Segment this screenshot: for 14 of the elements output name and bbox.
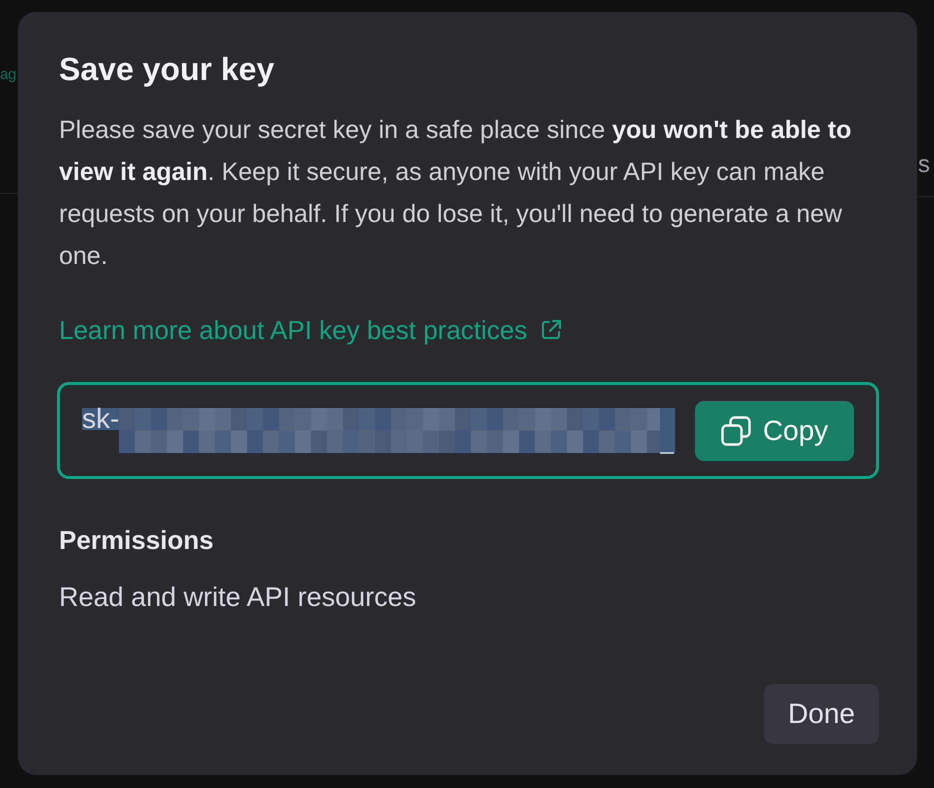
- api-key-field[interactable]: sk- _ Copy: [57, 382, 879, 479]
- dialog-message: Please save your secret key in a safe place since you won't be able to view it again. Keep it secure, as anyone with your API key can make requests on your behalf. If you do lose it, you'll need to generate a new one.: [59, 115, 852, 272]
- copy-icon: [720, 416, 751, 446]
- api-key-end-text: _: [660, 408, 676, 453]
- copy-button[interactable]: Copy: [695, 400, 854, 460]
- external-link-icon: [541, 320, 562, 340]
- dialog-title: Save your key: [59, 50, 274, 88]
- api-key-text: sk-: [82, 408, 120, 430]
- permissions-label: Permissions: [59, 524, 214, 556]
- background-link-text: ag: [0, 65, 16, 85]
- permissions-value: Read and write API resources: [59, 581, 416, 613]
- background-text: s: [918, 152, 930, 178]
- best-practices-link[interactable]: Learn more about API key best practices: [59, 309, 562, 351]
- done-button[interactable]: Done: [764, 684, 879, 744]
